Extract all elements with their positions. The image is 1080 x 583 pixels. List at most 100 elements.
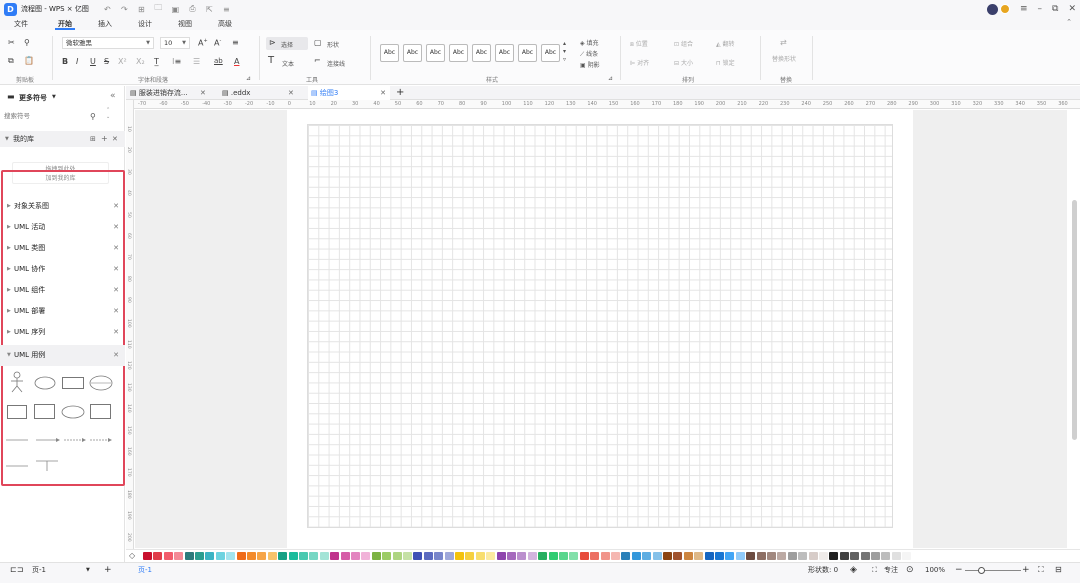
close-icon[interactable]: ✕ bbox=[380, 86, 386, 100]
fill-button[interactable]: ◈ 填充 bbox=[580, 38, 599, 47]
color-swatch[interactable] bbox=[829, 552, 839, 560]
add-icon[interactable]: + bbox=[101, 131, 108, 147]
superscript-icon[interactable]: X² bbox=[118, 57, 127, 66]
tab-file[interactable]: 文件 bbox=[14, 18, 28, 30]
color-swatch[interactable] bbox=[340, 552, 350, 560]
bold-icon[interactable]: B bbox=[62, 57, 68, 66]
flip-button[interactable]: ◭ 翻转 bbox=[716, 39, 735, 48]
color-swatch[interactable] bbox=[850, 552, 860, 560]
color-swatch[interactable] bbox=[891, 552, 901, 560]
font-size-select[interactable]: 10 ▼ bbox=[160, 37, 190, 49]
color-swatch[interactable] bbox=[486, 552, 496, 560]
close-icon[interactable]: ✕ bbox=[112, 131, 118, 147]
zoom-slider[interactable] bbox=[965, 570, 1021, 571]
color-swatch[interactable] bbox=[787, 552, 797, 560]
user-avatar[interactable] bbox=[986, 3, 998, 15]
color-swatch[interactable] bbox=[527, 552, 537, 560]
color-swatch[interactable] bbox=[756, 552, 766, 560]
color-swatch[interactable] bbox=[871, 552, 880, 560]
page-selector[interactable]: 页-1 bbox=[32, 563, 46, 577]
connector-shapes[interactable] bbox=[6, 436, 116, 444]
color-swatch[interactable] bbox=[351, 552, 360, 560]
close-icon[interactable]: ✕ bbox=[113, 345, 119, 366]
style-scroll-icon[interactable]: ▴ ▾ ▿ bbox=[563, 40, 566, 64]
color-swatch[interactable] bbox=[704, 552, 714, 560]
color-swatch[interactable] bbox=[195, 552, 204, 560]
text-tool-button[interactable]: T 文本 bbox=[268, 55, 302, 68]
style-preset-2[interactable]: Abc bbox=[403, 44, 422, 62]
new-icon[interactable]: ⊞ bbox=[137, 5, 146, 14]
tab-insert[interactable]: 插入 bbox=[98, 18, 112, 30]
color-swatch[interactable] bbox=[163, 552, 173, 560]
generalization-shapes[interactable] bbox=[6, 458, 66, 472]
color-swatch[interactable] bbox=[475, 552, 485, 560]
style-preset-3[interactable]: Abc bbox=[426, 44, 445, 62]
page-view-icon[interactable]: ⊏⊐ bbox=[10, 563, 23, 577]
print-icon[interactable]: ⎙ bbox=[188, 4, 197, 14]
close-icon[interactable]: ✕ bbox=[288, 86, 294, 100]
tab-design[interactable]: 设计 bbox=[138, 18, 152, 30]
color-swatch[interactable] bbox=[403, 552, 412, 560]
color-swatch[interactable] bbox=[267, 552, 277, 560]
color-swatch[interactable] bbox=[808, 552, 818, 560]
zoom-in-icon[interactable]: + bbox=[1022, 563, 1030, 577]
search-input[interactable] bbox=[4, 112, 84, 120]
minimize-icon[interactable]: – bbox=[1038, 4, 1043, 14]
close-icon[interactable]: ✕ bbox=[113, 280, 119, 301]
align-icon[interactable]: ≡ bbox=[232, 38, 239, 47]
add-page-button[interactable]: + bbox=[104, 563, 112, 577]
extension-point-shape[interactable] bbox=[89, 375, 113, 391]
vertical-scrollbar[interactable] bbox=[1072, 200, 1077, 440]
color-swatch[interactable] bbox=[423, 552, 433, 560]
color-swatch[interactable] bbox=[631, 552, 641, 560]
color-swatch[interactable] bbox=[735, 552, 745, 560]
color-swatch[interactable] bbox=[455, 552, 464, 560]
tab-view[interactable]: 视图 bbox=[178, 18, 192, 30]
usecase-text-shape[interactable] bbox=[61, 404, 85, 420]
shadow-button[interactable]: ▣ 阴影 bbox=[580, 60, 600, 69]
color-swatch[interactable] bbox=[569, 552, 579, 560]
fit-page-icon[interactable]: ⛶ bbox=[1038, 563, 1044, 577]
color-swatch[interactable] bbox=[663, 552, 672, 560]
color-swatch[interactable] bbox=[642, 552, 652, 560]
style-preset-6[interactable]: Abc bbox=[495, 44, 514, 62]
align-button[interactable]: ⊫ 对齐 bbox=[630, 58, 649, 67]
strikethrough-icon[interactable]: S bbox=[104, 57, 109, 66]
library-item-uml-class[interactable]: ▶ UML 类图 ✕ bbox=[0, 238, 125, 259]
color-swatch[interactable] bbox=[538, 552, 548, 560]
color-swatch[interactable] bbox=[361, 552, 371, 560]
position-button[interactable]: ⧈ 位置 bbox=[630, 39, 648, 49]
font-shrink-icon[interactable]: A- bbox=[214, 38, 221, 48]
more-symbols-button[interactable]: 更多符号 bbox=[19, 93, 47, 103]
fullscreen-icon[interactable]: ⊟ bbox=[1055, 563, 1062, 577]
actor-shape[interactable] bbox=[8, 371, 26, 395]
color-swatch[interactable] bbox=[621, 552, 631, 560]
style-preset-8[interactable]: Abc bbox=[541, 44, 560, 62]
style-preset-1[interactable]: Abc bbox=[380, 44, 399, 62]
search-icon[interactable]: ⚲ bbox=[90, 110, 96, 123]
close-icon[interactable]: ✕ bbox=[113, 196, 119, 217]
library-item-uml-collaboration[interactable]: ▶ UML 协作 ✕ bbox=[0, 259, 125, 280]
color-swatch[interactable] bbox=[278, 552, 288, 560]
color-swatch[interactable] bbox=[392, 552, 402, 560]
tab-advanced[interactable]: 高级 bbox=[218, 18, 232, 30]
color-swatch[interactable] bbox=[205, 552, 215, 560]
library-item-uml-activity[interactable]: ▶ UML 活动 ✕ bbox=[0, 217, 125, 238]
color-swatch[interactable] bbox=[819, 552, 828, 560]
color-swatch[interactable] bbox=[902, 552, 912, 560]
color-swatch[interactable] bbox=[860, 552, 870, 560]
line-spacing-icon[interactable]: ⁝≡ bbox=[172, 57, 181, 66]
zoom-out-icon[interactable]: − bbox=[955, 563, 963, 577]
style-preset-4[interactable]: Abc bbox=[449, 44, 468, 62]
italic-icon[interactable]: I bbox=[76, 57, 78, 66]
select-tool-button[interactable]: ⊳ 选择 bbox=[266, 37, 308, 50]
color-swatch[interactable] bbox=[247, 552, 256, 560]
drawing-page[interactable] bbox=[287, 110, 913, 548]
color-swatch[interactable] bbox=[517, 552, 527, 560]
fill-bucket-icon[interactable]: ◇ bbox=[129, 551, 135, 560]
font-family-select[interactable]: 微软雅黑 ▼ bbox=[62, 37, 154, 49]
close-icon[interactable]: ✕ bbox=[113, 322, 119, 343]
size-button[interactable]: ⊟ 大小 bbox=[674, 58, 693, 67]
collapse-ribbon-icon[interactable]: ⌃ bbox=[1066, 18, 1072, 26]
color-swatch[interactable] bbox=[777, 552, 787, 560]
